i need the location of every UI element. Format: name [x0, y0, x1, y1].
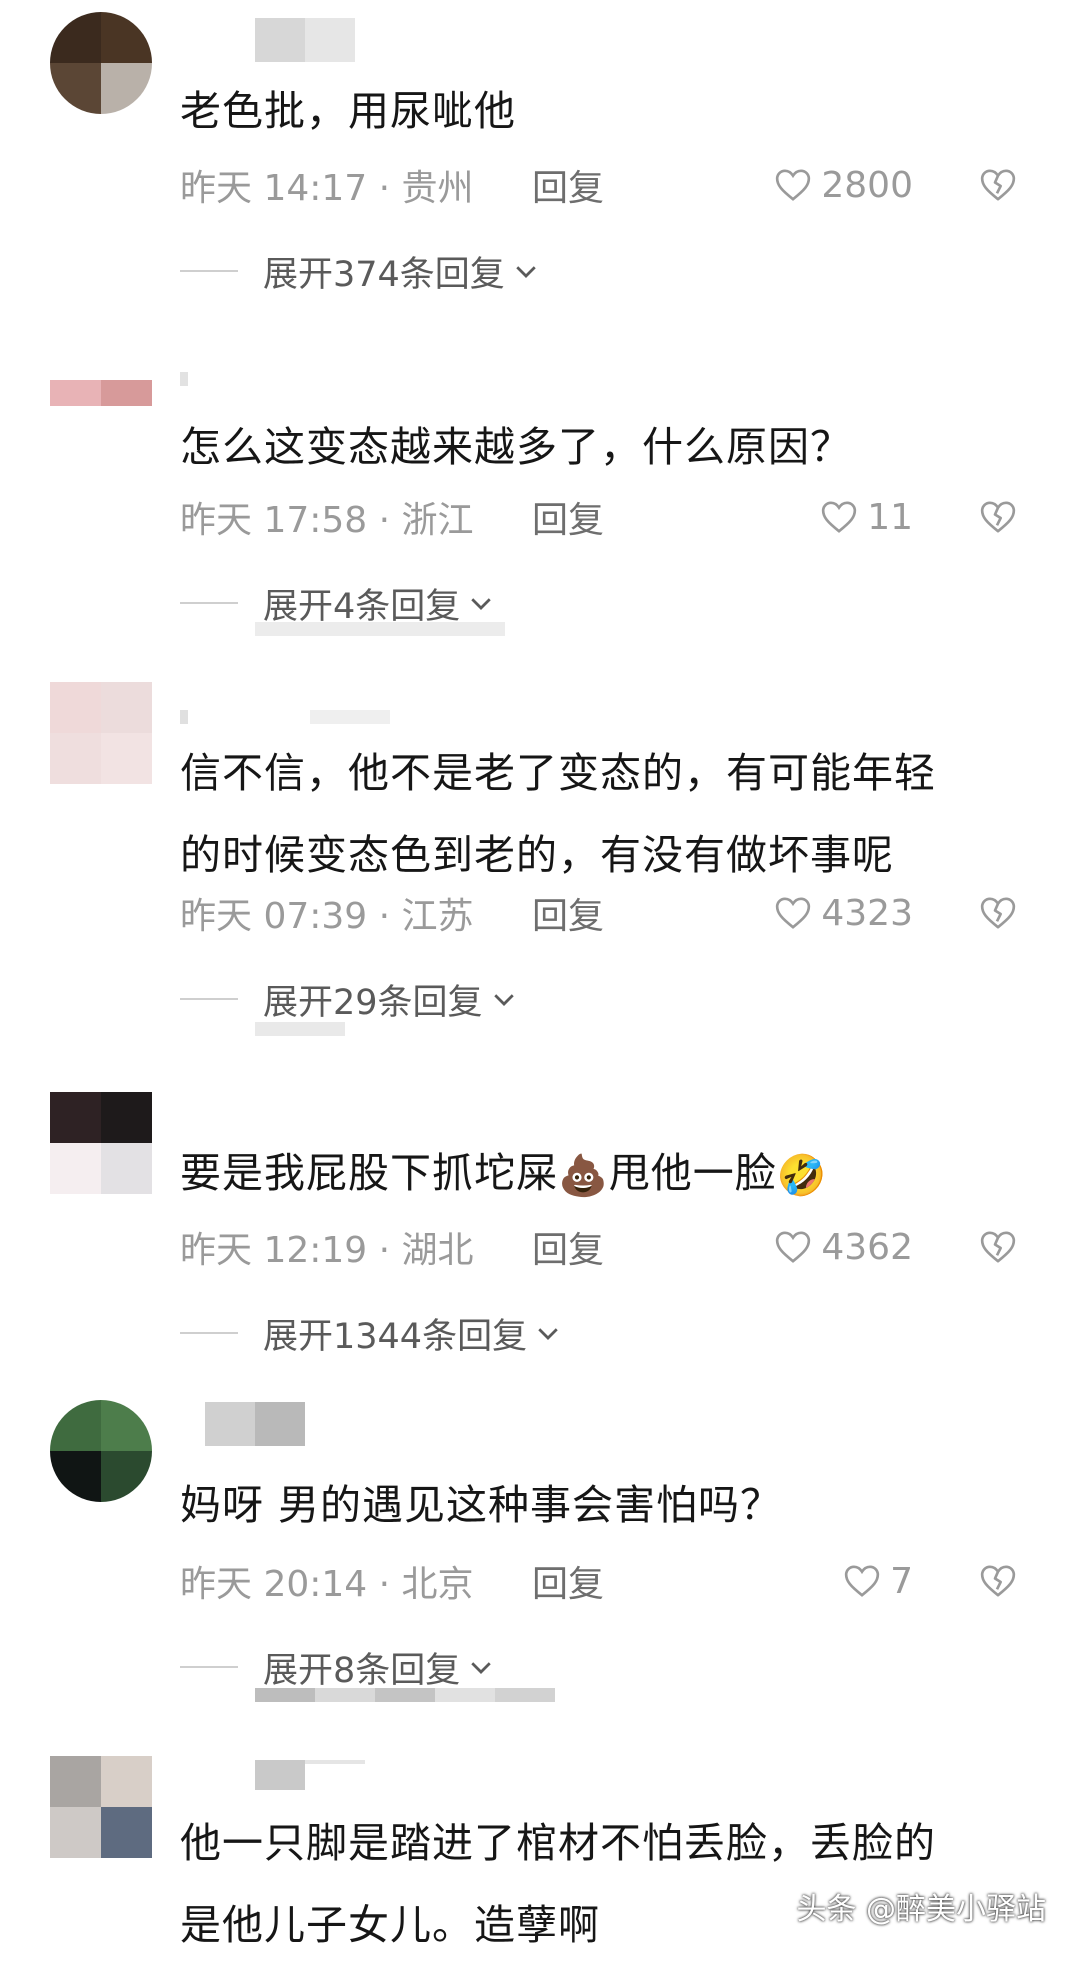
blur-strip: [255, 1688, 555, 1702]
comment-time-location: 昨天 14:17 · 贵州: [180, 168, 474, 209]
like-button[interactable]: 11: [819, 497, 913, 538]
divider-line: [180, 602, 238, 604]
comment-time-location: 昨天 20:14 · 北京: [180, 1564, 474, 1605]
avatar[interactable]: [50, 682, 152, 784]
comment-time-location: 昨天 12:19 · 湖北: [180, 1230, 474, 1271]
reply-button[interactable]: 回复: [532, 491, 604, 543]
expand-replies-label: 展开8条回复: [263, 1650, 461, 1691]
chevron-down-icon: [516, 266, 536, 278]
avatar[interactable]: [50, 1092, 152, 1194]
chevron-down-icon: [471, 1662, 492, 1674]
divider-line: [180, 998, 238, 1000]
blur-strip: [255, 622, 505, 636]
username-blurred[interactable]: [180, 372, 188, 386]
like-count: 4323: [821, 892, 913, 934]
comment-time-location: 昨天 17:58 · 浙江: [180, 500, 474, 541]
reply-button[interactable]: 回复: [532, 1555, 604, 1607]
avatar[interactable]: [50, 1756, 152, 1858]
comment-text: 信不信，他不是老了变态的，有可能年轻 的时候变态色到老的，有没有做坏事呢: [180, 732, 1020, 896]
chevron-down-icon: [493, 994, 514, 1006]
avatar[interactable]: [50, 1400, 152, 1502]
comment-text-line: 他一只脚是踏进了棺材不怕丢脸，丢脸的: [180, 1819, 936, 1867]
expand-replies-label: 展开4条回复: [263, 586, 461, 627]
like-count: 4362: [821, 1226, 913, 1268]
like-count: 11: [867, 496, 913, 538]
username-blurred[interactable]: [180, 710, 390, 724]
comment-list: 老色批，用尿呲他 昨天 14:17 · 贵州 回复 2800 展开374条回复 …: [0, 0, 1068, 1949]
watermark: 头条 @醉美小驿站: [796, 1892, 1046, 1927]
comment-text-line: 的时候变态色到老的，有没有做坏事呢: [180, 831, 894, 879]
expand-replies-label: 展开374条回复: [263, 254, 505, 295]
heart-outline-icon: [822, 501, 857, 533]
comment-time-location: 昨天 07:39 · 江苏: [180, 896, 474, 937]
divider-line: [180, 1332, 238, 1334]
broken-heart-icon[interactable]: [978, 165, 1018, 205]
comment-text: 妈呀 男的遇见这种事会害怕吗？: [180, 1481, 783, 1529]
divider-line: [180, 1666, 238, 1668]
comment-meta: 昨天 20:14 · 北京 回复 7: [180, 1556, 1068, 1606]
comment-text: 要是我屁股下抓坨屎💩甩他一脸🤣: [180, 1132, 1020, 1217]
broken-heart-icon[interactable]: [978, 497, 1018, 537]
like-button[interactable]: 7: [842, 1561, 913, 1602]
comment-meta: 昨天 07:39 · 江苏 回复 4323: [180, 888, 1068, 938]
reply-button[interactable]: 回复: [532, 1221, 604, 1273]
comment-meta: 昨天 12:19 · 湖北 回复 4362: [180, 1222, 1068, 1272]
like-count: 2800: [821, 164, 913, 206]
heart-outline-icon: [776, 1231, 811, 1263]
expand-replies[interactable]: 展开4条回复: [180, 578, 496, 628]
broken-heart-icon[interactable]: [978, 893, 1018, 933]
broken-heart-icon[interactable]: [978, 1561, 1018, 1601]
expand-replies[interactable]: 展开29条回复: [180, 974, 519, 1024]
comment-meta: 昨天 17:58 · 浙江 回复 11: [180, 492, 1068, 542]
broken-heart-icon[interactable]: [978, 1227, 1018, 1267]
like-button[interactable]: 2800: [773, 165, 913, 206]
like-button[interactable]: 4323: [773, 893, 913, 934]
expand-replies[interactable]: 展开374条回复: [180, 246, 541, 296]
reply-button[interactable]: 回复: [532, 887, 604, 939]
chevron-down-icon: [471, 598, 492, 610]
laughing-emoji-icon: 🤣: [776, 1153, 828, 1199]
blur-strip: [255, 1022, 345, 1036]
divider-line: [180, 270, 238, 272]
expand-replies-label: 展开29条回复: [263, 982, 483, 1023]
username-blurred[interactable]: [255, 18, 355, 62]
avatar[interactable]: [50, 380, 152, 432]
comment-text-line: 信不信，他不是老了变态的，有可能年轻: [180, 749, 936, 797]
comment-text-part: 甩他一脸: [608, 1149, 777, 1197]
heart-outline-icon: [844, 1565, 880, 1597]
comment-text: 怎么这变态越来越多了，什么原因？: [180, 423, 852, 471]
username-blurred[interactable]: [255, 1760, 365, 1790]
comment-meta: 昨天 14:17 · 贵州 回复 2800: [180, 160, 1068, 210]
like-button[interactable]: 4362: [773, 1227, 913, 1268]
avatar[interactable]: [50, 12, 152, 114]
comment-text: 老色批，用尿呲他: [180, 87, 516, 135]
heart-outline-icon: [776, 897, 811, 929]
comment-text-part: 要是我屁股下抓坨屎: [180, 1149, 558, 1197]
reply-button[interactable]: 回复: [532, 159, 604, 211]
chevron-down-icon: [538, 1328, 558, 1340]
expand-replies[interactable]: 展开8条回复: [180, 1642, 496, 1692]
poop-emoji-icon: 💩: [558, 1153, 609, 1199]
expand-replies-label: 展开1344条回复: [263, 1316, 528, 1357]
username-blurred[interactable]: [205, 1402, 305, 1446]
expand-replies[interactable]: 展开1344条回复: [180, 1308, 563, 1358]
like-count: 7: [890, 1560, 913, 1602]
heart-outline-icon: [776, 169, 811, 201]
